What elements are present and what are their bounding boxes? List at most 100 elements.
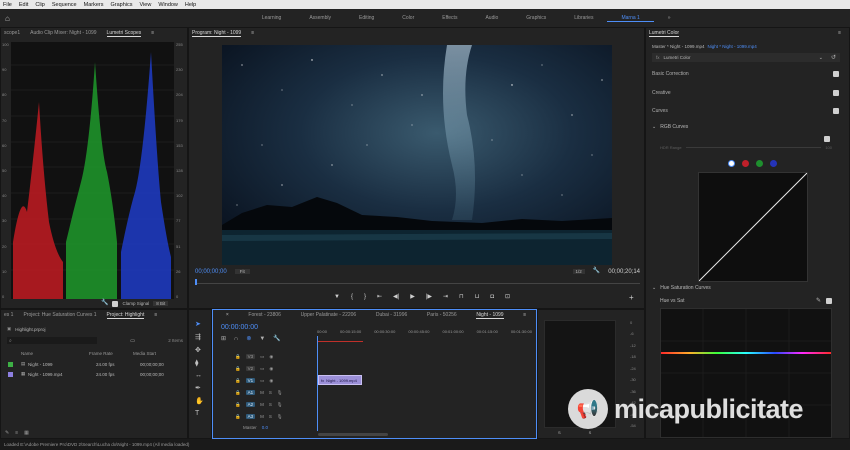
blue-channel-button[interactable] <box>770 160 777 167</box>
solo-right-button[interactable]: S <box>589 430 592 435</box>
film-icon[interactable]: ▭ <box>260 354 264 360</box>
track-header-v3[interactable]: 🔒 V3 ▭ ◉ <box>213 351 310 362</box>
button-editor-plus-icon[interactable]: + <box>629 293 634 302</box>
solo-left-button[interactable]: S <box>558 430 561 435</box>
menu-help[interactable]: Help <box>185 2 196 8</box>
hand-tool-icon[interactable]: ✋ <box>195 397 204 405</box>
column-header-frame-rate[interactable]: Frame Rate <box>89 351 133 356</box>
program-monitor-title[interactable]: Program: Night - 1099 <box>192 30 242 37</box>
panel-menu-icon[interactable]: ≡ <box>154 312 157 319</box>
column-header-name[interactable]: Name <box>21 351 89 356</box>
basic-correction-checkbox[interactable] <box>833 71 839 77</box>
solo-icon[interactable]: S <box>269 390 272 395</box>
eye-icon[interactable]: ◉ <box>269 366 273 372</box>
step-forward-icon[interactable]: |▶ <box>426 293 432 300</box>
track-header-a2[interactable]: 🔒 A2 M S 🎙 <box>213 399 310 410</box>
mic-icon[interactable]: 🎙 <box>277 414 283 420</box>
icon-view-icon[interactable]: ▦ <box>24 430 29 436</box>
film-icon[interactable]: ▭ <box>260 366 264 372</box>
menu-edit[interactable]: Edit <box>19 2 28 8</box>
tab-project-hue-saturation[interactable]: Project: Hue Saturation Curves 1 <box>23 312 96 318</box>
track-header-v1[interactable]: 🔒 V1 ▭ ◉ <box>213 375 310 386</box>
workspace-marna[interactable]: Marna 1 <box>607 15 654 22</box>
creative-section[interactable]: Creative <box>652 88 839 98</box>
workspace-color[interactable]: Color <box>388 15 428 21</box>
tab-audio-clip-mixer[interactable]: Audio Clip Mixer: Night - 1099 <box>30 30 96 36</box>
mark-out-icon[interactable]: } <box>364 294 366 300</box>
bit-depth-select[interactable]: 8 Bit <box>153 301 169 306</box>
track-header-master[interactable]: Master 0.0 <box>213 422 310 433</box>
lift-icon[interactable]: ⊓ <box>459 293 464 300</box>
tab-lumetri-scopes[interactable]: Lumetri Scopes <box>106 30 142 37</box>
lock-icon[interactable]: 🔒 <box>235 354 241 360</box>
sequence-clip-label[interactable]: Night * Night - 1099.mp4 <box>708 44 757 49</box>
creative-checkbox[interactable] <box>833 90 839 96</box>
tab-sequence-night[interactable]: Night - 1099 <box>476 312 504 319</box>
export-frame-icon[interactable]: ◘ <box>490 294 494 300</box>
reset-icon[interactable]: ↺ <box>831 54 836 61</box>
eye-icon[interactable]: ◉ <box>269 378 273 384</box>
lock-icon[interactable]: 🔒 <box>235 390 241 396</box>
nest-icon[interactable]: ⊞ <box>221 335 226 342</box>
tab-sequence-paris[interactable]: Paris - 50256 <box>427 312 457 318</box>
workspace-effects[interactable]: Effects <box>428 15 471 21</box>
master-volume[interactable]: 0.0 <box>262 425 268 430</box>
workspace-assembly[interactable]: Assembly <box>295 15 345 21</box>
panel-menu-icon[interactable]: ≡ <box>838 30 841 37</box>
tab-sequence-upper-palatinate[interactable]: Upper Palatinate - 22206 <box>301 312 357 318</box>
lumetri-color-title[interactable]: Lumetri Color <box>649 30 680 37</box>
rgb-curves-checkbox[interactable] <box>824 136 830 142</box>
mini-playhead[interactable] <box>195 279 197 285</box>
hue-vs-sat-checkbox[interactable] <box>826 297 832 304</box>
step-back-icon[interactable]: ◀| <box>393 293 399 300</box>
timeline-clip[interactable]: fx Night - 1099.mp4 <box>318 375 362 385</box>
curves-section[interactable]: Curves <box>652 106 839 116</box>
hue-saturation-curves-header[interactable]: ⌄ Hue Saturation Curves <box>652 285 711 291</box>
mark-in-icon[interactable]: { <box>351 294 353 300</box>
solo-icon[interactable]: S <box>269 414 272 419</box>
wrench-icon[interactable]: 🔧 <box>593 268 600 275</box>
time-ruler[interactable]: 00:00 00:00:15:00 00:00:30:00 00:00:45:00 00… <box>317 329 532 334</box>
mini-timeline[interactable] <box>195 279 640 285</box>
close-icon[interactable]: × <box>226 312 229 319</box>
workspace-graphics[interactable]: Graphics <box>512 15 560 21</box>
new-bin-icon[interactable]: ▭ <box>130 338 135 344</box>
tab-scope[interactable]: scope1 <box>4 30 20 36</box>
slip-tool-icon[interactable]: ↔ <box>195 372 204 379</box>
menu-window[interactable]: Window <box>158 2 178 8</box>
snap-icon[interactable]: ∩ <box>234 336 238 342</box>
lock-icon[interactable]: 🔒 <box>235 402 241 408</box>
playhead-timecode[interactable]: 00;00;00;00 <box>195 269 227 275</box>
mute-icon[interactable]: M <box>260 390 264 395</box>
pen-tool-icon[interactable]: ✒ <box>195 384 204 392</box>
workspace-editing[interactable]: Editing <box>345 15 388 21</box>
go-to-in-icon[interactable]: ⇤ <box>377 293 382 300</box>
menu-markers[interactable]: Markers <box>84 2 104 8</box>
basic-correction-section[interactable]: Basic Correction <box>652 69 839 79</box>
home-icon[interactable]: ⌂ <box>5 14 10 22</box>
master-clip-label[interactable]: Master * Night - 1099.mp4 <box>652 44 705 49</box>
lock-icon[interactable]: 🔒 <box>235 366 241 372</box>
menu-file[interactable]: File <box>3 2 12 8</box>
pencil-icon[interactable]: ✎ <box>5 430 9 436</box>
resolution-select[interactable]: 1/2 <box>572 269 585 274</box>
list-view-icon[interactable]: ≡ <box>15 430 18 436</box>
tab-sequence-dubai[interactable]: Dubai - 31996 <box>376 312 407 318</box>
panel-menu-icon[interactable]: ≡ <box>151 30 154 37</box>
track-header-v2[interactable]: 🔒 V2 ▭ ◉ <box>213 363 310 374</box>
eyedropper-icon[interactable]: ✎ <box>816 297 821 304</box>
timeline-zoom-scrollbar[interactable] <box>318 433 388 436</box>
panel-menu-icon[interactable]: ≡ <box>523 312 526 319</box>
solo-icon[interactable]: S <box>269 402 272 407</box>
mic-icon[interactable]: 🎙 <box>277 402 283 408</box>
comparison-view-icon[interactable]: ⊡ <box>505 293 510 300</box>
wrench-icon[interactable]: 🔧 <box>273 335 280 342</box>
linked-selection-icon[interactable]: ⊗ <box>246 335 251 342</box>
film-icon[interactable]: ▭ <box>260 378 264 384</box>
mute-icon[interactable]: M <box>260 414 264 419</box>
timeline-timecode[interactable]: 00:00:00:00 <box>221 324 258 331</box>
tab-project-es[interactable]: es 1 <box>4 312 13 318</box>
list-item[interactable]: ▤ Night - 1099 24.00 fps 00;00;00;00 <box>8 361 184 367</box>
menu-clip[interactable]: Clip <box>35 2 44 8</box>
panel-menu-icon[interactable]: ≡ <box>251 30 254 37</box>
